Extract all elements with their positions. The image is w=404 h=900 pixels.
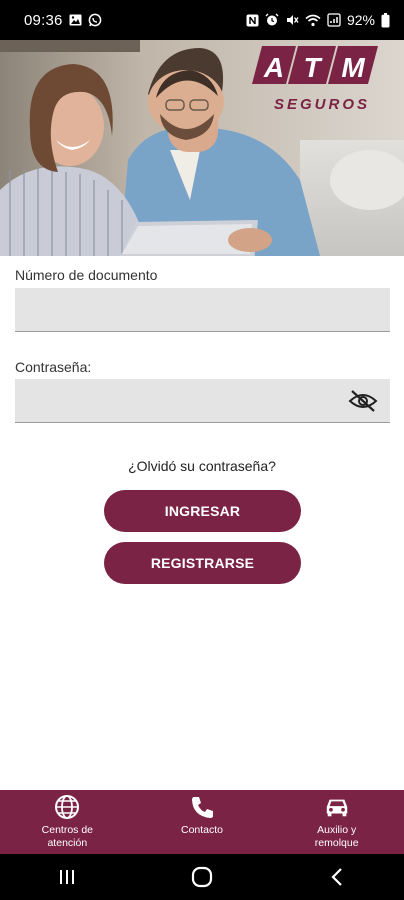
battery-percent: 92% bbox=[346, 12, 375, 28]
logo-letter-m: M bbox=[341, 52, 365, 83]
globe-icon bbox=[54, 794, 80, 820]
whatsapp-icon bbox=[88, 13, 102, 27]
wifi-icon bbox=[305, 14, 321, 27]
forgot-password-link[interactable]: ¿Olvidó su contraseña? bbox=[0, 458, 404, 474]
logo-subtitle: SEGUROS bbox=[274, 96, 370, 113]
register-button[interactable]: REGISTRARSE bbox=[104, 542, 301, 584]
car-icon bbox=[324, 794, 350, 820]
document-number-label: Número de documento bbox=[15, 267, 158, 283]
mute-icon bbox=[285, 13, 299, 27]
logo-letter-t: T bbox=[303, 52, 323, 83]
logo-letter-a: A bbox=[263, 52, 284, 83]
nav-item-roadside-assistance[interactable]: Auxilio y remolque bbox=[269, 790, 404, 854]
recent-apps-icon[interactable] bbox=[47, 862, 87, 892]
image-icon bbox=[69, 14, 82, 26]
password-field[interactable] bbox=[15, 379, 390, 423]
phone-icon bbox=[189, 794, 215, 820]
toggle-password-visibility-icon[interactable] bbox=[348, 389, 378, 413]
nfc-icon bbox=[246, 14, 259, 27]
document-number-field[interactable] bbox=[15, 288, 390, 332]
signal-icon bbox=[327, 13, 341, 27]
nav-item-service-centers[interactable]: Centros de atención bbox=[0, 790, 135, 854]
back-icon[interactable] bbox=[317, 862, 357, 892]
battery-icon bbox=[381, 12, 390, 28]
nav-label-contact: Contacto bbox=[180, 824, 224, 836]
nav-item-contact[interactable]: Contacto bbox=[135, 790, 270, 854]
nav-label-service-centers: Centros de atención bbox=[41, 824, 94, 849]
status-time: 09:36 bbox=[24, 11, 63, 29]
hero-photo: A T M SEGUROS bbox=[0, 40, 404, 256]
document-number-input[interactable] bbox=[15, 288, 390, 331]
password-input[interactable] bbox=[15, 379, 390, 422]
status-bar: 09:36 92% bbox=[0, 0, 404, 40]
nav-label-roadside-assistance: Auxilio y remolque bbox=[314, 824, 359, 849]
login-button[interactable]: INGRESAR bbox=[104, 490, 301, 532]
home-icon[interactable] bbox=[182, 862, 222, 892]
password-label: Contraseña: bbox=[15, 359, 92, 375]
bottom-navigation: Centros de atención Contacto Auxilio y r… bbox=[0, 790, 404, 854]
system-navigation-bar bbox=[0, 854, 404, 900]
atm-seguros-logo: A T M SEGUROS bbox=[252, 46, 378, 120]
alarm-icon bbox=[265, 13, 279, 27]
